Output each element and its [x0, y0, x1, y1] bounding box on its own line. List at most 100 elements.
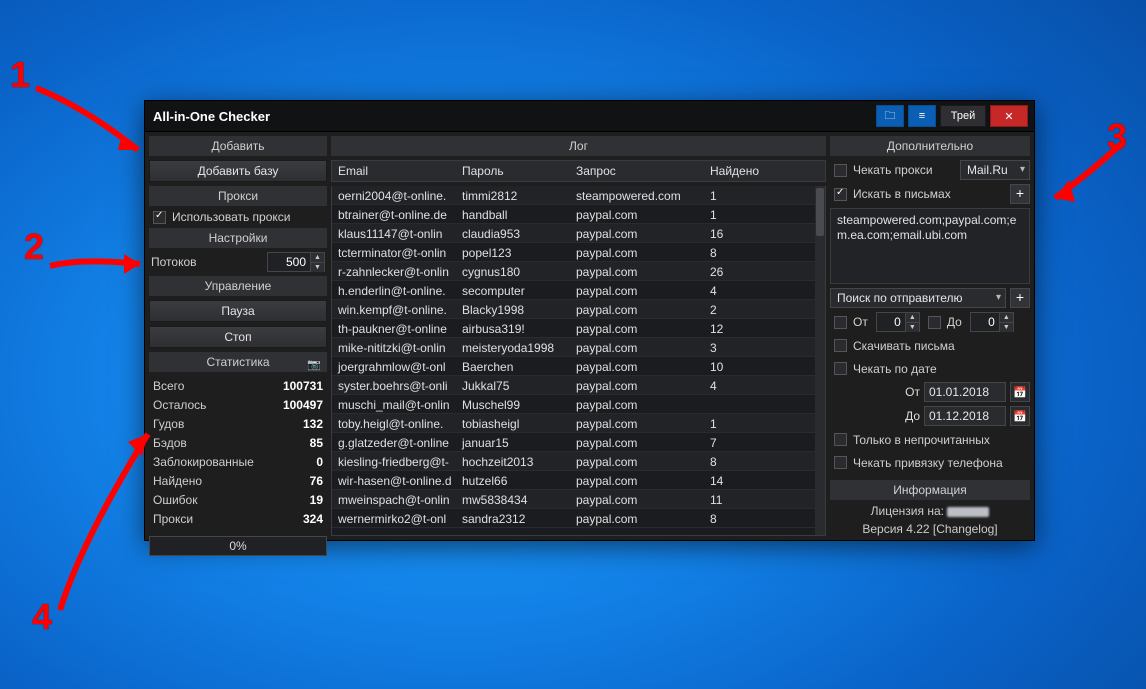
- stepper-down-icon[interactable]: ▼: [906, 322, 919, 332]
- cell-email: wernermirko2@t-onl: [332, 509, 456, 527]
- only-unread-checkbox[interactable]: Только в непрочитанных: [830, 430, 1030, 449]
- date-to-input[interactable]: 01.12.2018: [924, 406, 1006, 426]
- date-from-input[interactable]: 01.01.2018: [924, 382, 1006, 402]
- search-letters-input[interactable]: [834, 188, 847, 201]
- threads-input[interactable]: [268, 253, 310, 271]
- menu-icon: ≡: [919, 110, 925, 122]
- table-row[interactable]: btrainer@t-online.dehandballpaypal.com1: [332, 205, 815, 224]
- to-cb-input[interactable]: [928, 316, 941, 329]
- stats-block: Всего100731Осталось100497Гудов132Бэдов85…: [149, 376, 327, 532]
- table-row[interactable]: win.kempf@t-online.Blacky1998paypal.com2: [332, 300, 815, 319]
- add-query-button[interactable]: +: [1010, 184, 1030, 204]
- table-row[interactable]: oerni2004@t-online.timmi2812steampowered…: [332, 186, 815, 205]
- progress-bar: 0%: [149, 536, 327, 556]
- cell-req: paypal.com: [570, 300, 704, 318]
- table-row[interactable]: wernermirko2@t-onlsandra2312paypal.com8: [332, 509, 815, 528]
- add-sender-button[interactable]: +: [1010, 288, 1030, 308]
- table-row[interactable]: klaus11147@t-onlinclaudia953paypal.com16: [332, 224, 815, 243]
- stat-key: Всего: [153, 378, 184, 395]
- table-row[interactable]: tcterminator@t-onlinpopel123paypal.com8: [332, 243, 815, 262]
- stepper-down-icon[interactable]: ▼: [311, 262, 324, 272]
- table-row[interactable]: h.enderlin@t-online.secomputerpaypal.com…: [332, 281, 815, 300]
- table-row[interactable]: joergrahmlow@t-onlBaerchenpaypal.com10: [332, 357, 815, 376]
- stepper-up-icon[interactable]: ▲: [906, 313, 919, 322]
- stepper-up-icon[interactable]: ▲: [311, 253, 324, 262]
- cell-pass: mw5838434: [456, 490, 570, 508]
- cell-pass: tobiasheigl: [456, 414, 570, 432]
- from-checkbox[interactable]: От: [830, 312, 872, 332]
- table-row[interactable]: kiesling-friedberg@t-hochzeit2013paypal.…: [332, 452, 815, 471]
- cell-found: 4: [704, 376, 774, 394]
- cell-req: steampowered.com: [570, 186, 704, 204]
- section-log: Лог: [331, 136, 826, 156]
- stat-row: Ошибок19: [153, 492, 323, 509]
- threads-row: Потоков ▲▼: [149, 252, 327, 272]
- from-input[interactable]: [877, 313, 905, 331]
- use-proxy-checkbox[interactable]: Использовать прокси: [149, 210, 327, 224]
- toolbar-menu-button[interactable]: ≡: [908, 105, 936, 127]
- from-stepper[interactable]: ▲▼: [876, 312, 920, 332]
- domains-textbox[interactable]: steampowered.com;paypal.com;em.ea.com;em…: [830, 208, 1030, 284]
- version-line[interactable]: Версия 4.22 [Changelog]: [830, 522, 1030, 536]
- threads-stepper[interactable]: ▲▼: [267, 252, 325, 272]
- table-row[interactable]: mweinspach@t-onlinmw5838434paypal.com11: [332, 490, 815, 509]
- scrollbar-thumb[interactable]: [816, 188, 824, 236]
- to-input[interactable]: [971, 313, 999, 331]
- to-stepper[interactable]: ▲▼: [970, 312, 1014, 332]
- check-phone-checkbox[interactable]: Чекать привязку телефона: [830, 453, 1030, 472]
- cell-email: toby.heigl@t-online.: [332, 414, 456, 432]
- only-unread-input[interactable]: [834, 433, 847, 446]
- download-letters-checkbox[interactable]: Скачивать письма: [830, 336, 1030, 355]
- search-sender-select[interactable]: Поиск по отправителю: [830, 288, 1006, 308]
- check-phone-label: Чекать привязку телефона: [853, 456, 1003, 470]
- to-checkbox[interactable]: До: [924, 312, 966, 332]
- table-row[interactable]: mike-nititzki@t-onlinmeisteryoda1998payp…: [332, 338, 815, 357]
- col-email[interactable]: Email: [332, 161, 456, 181]
- close-button[interactable]: ✕: [990, 105, 1028, 127]
- use-proxy-label: Использовать прокси: [172, 210, 291, 224]
- cell-pass: claudia953: [456, 224, 570, 242]
- section-info: Информация: [830, 480, 1030, 500]
- table-row[interactable]: syster.boehrs@t-onliJukkal75paypal.com4: [332, 376, 815, 395]
- check-date-input[interactable]: [834, 362, 847, 375]
- use-proxy-input[interactable]: [153, 211, 166, 224]
- search-letters-label: Искать в письмах: [853, 187, 951, 201]
- log-scrollbar[interactable]: [815, 186, 825, 535]
- cell-req: paypal.com: [570, 509, 704, 527]
- stop-button[interactable]: Стоп: [149, 326, 327, 348]
- table-row[interactable]: muschi_mail@t-onlinMuschel99paypal.com: [332, 395, 815, 414]
- add-base-button[interactable]: Добавить базу: [149, 160, 327, 182]
- stepper-up-icon[interactable]: ▲: [1000, 313, 1013, 322]
- cell-req: paypal.com: [570, 262, 704, 280]
- toolbar-folder-button[interactable]: 🗀: [876, 105, 904, 127]
- search-letters-checkbox[interactable]: Искать в письмах: [830, 184, 1006, 204]
- table-row[interactable]: toby.heigl@t-online.tobiasheiglpaypal.co…: [332, 414, 815, 433]
- stepper-down-icon[interactable]: ▼: [1000, 322, 1013, 332]
- pause-button[interactable]: Пауза: [149, 300, 327, 322]
- col-pass[interactable]: Пароль: [456, 161, 570, 181]
- col-found[interactable]: Найдено: [704, 161, 774, 181]
- cell-email: muschi_mail@t-onlin: [332, 395, 456, 413]
- check-proxy-checkbox[interactable]: Чекать прокси: [830, 160, 956, 180]
- check-proxy-input[interactable]: [834, 164, 847, 177]
- check-date-checkbox[interactable]: Чекать по дате: [830, 359, 1030, 378]
- col-req[interactable]: Запрос: [570, 161, 704, 181]
- cell-email: btrainer@t-online.de: [332, 205, 456, 223]
- tray-button[interactable]: Трей: [940, 105, 986, 127]
- mail-select[interactable]: Mail.Ru: [960, 160, 1030, 180]
- stat-key: Осталось: [153, 397, 206, 414]
- calendar-icon[interactable]: 📅: [1010, 406, 1030, 426]
- check-phone-input[interactable]: [834, 456, 847, 469]
- cell-req: paypal.com: [570, 243, 704, 261]
- table-row[interactable]: g.glatzeder@t-onlinejanuar15paypal.com7: [332, 433, 815, 452]
- cell-pass: Muschel99: [456, 395, 570, 413]
- from-cb-input[interactable]: [834, 316, 847, 329]
- titlebar: All-in-One Checker 🗀 ≡ Трей ✕: [145, 101, 1034, 132]
- camera-icon[interactable]: 📷: [307, 355, 321, 375]
- table-row[interactable]: th-paukner@t-onlineairbusa319!paypal.com…: [332, 319, 815, 338]
- table-row[interactable]: wir-hasen@t-online.dhutzel66paypal.com14: [332, 471, 815, 490]
- download-letters-input[interactable]: [834, 339, 847, 352]
- table-row[interactable]: r-zahnlecker@t-onlincygnus180paypal.com2…: [332, 262, 815, 281]
- cell-found: 4: [704, 281, 774, 299]
- calendar-icon[interactable]: 📅: [1010, 382, 1030, 402]
